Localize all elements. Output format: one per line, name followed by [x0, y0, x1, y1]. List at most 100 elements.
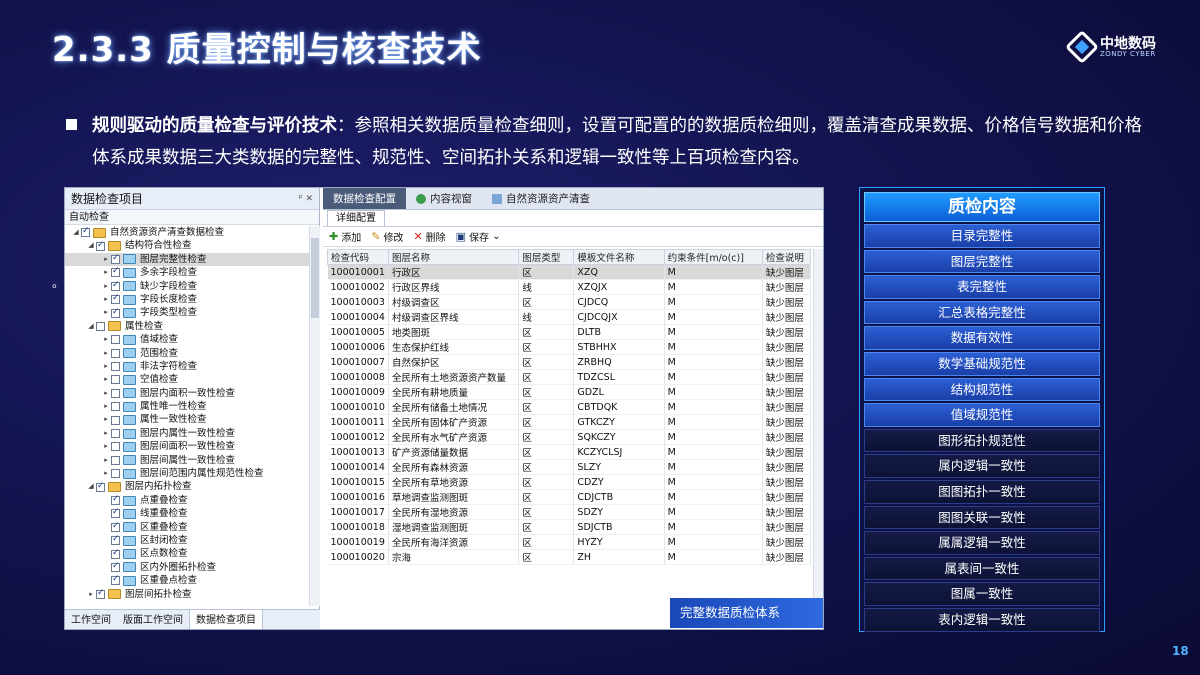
tree-item[interactable]: 区重叠点检查 — [65, 573, 309, 587]
table-row[interactable]: 100010019 全民所有海洋资源区 HYZY M 缺少图层 — [327, 534, 812, 550]
tree-item[interactable]: 区内外圈拓扑检查 — [65, 560, 309, 574]
tree-checkbox[interactable] — [111, 402, 120, 412]
tree-item[interactable]: 区点数检查 — [65, 547, 309, 560]
tree-checkbox[interactable] — [111, 493, 120, 506]
table-row[interactable]: 100010002 行政区界线线 XZQJX M 缺少图层 — [327, 279, 812, 295]
table-row[interactable]: 100010007 自然保护区区 ZRBHQ M 缺少图层 — [327, 354, 812, 370]
expand-arrow-icon[interactable]: ◢ — [86, 480, 96, 493]
chevron-down-icon[interactable]: ⌄ — [492, 231, 500, 242]
expand-arrow-icon[interactable]: ▸ — [101, 440, 111, 453]
tree-item[interactable]: ▸ 图层间面积一致性检查 — [65, 440, 309, 453]
tree-checkbox[interactable] — [111, 560, 120, 573]
table-row[interactable]: 100010004 村级调查区界线线 CJDCQJX M 缺少图层 — [327, 309, 812, 325]
tree-item[interactable]: ▸ 缺少字段检查 — [65, 279, 309, 293]
left-tab[interactable]: 数据检查项目 — [189, 610, 263, 629]
tree-item[interactable]: ▸ 值域检查 — [65, 333, 309, 346]
tree-item[interactable]: ▸ 空值检查 — [65, 373, 309, 386]
expand-arrow-icon[interactable]: ▸ — [101, 253, 111, 266]
tree-item[interactable]: ▸ 图层内属性一致性检查 — [65, 427, 309, 440]
tree-item[interactable]: ▸ 图层间范围内属性规范性检查 — [65, 467, 309, 480]
expand-arrow-icon[interactable]: ▸ — [101, 373, 111, 386]
table-row[interactable]: 100010017 全民所有湿地资源区 SDZY M 缺少图层 — [327, 504, 812, 520]
edit-button[interactable]: ✎ 修改 — [371, 229, 403, 244]
tree-checkbox[interactable] — [111, 533, 120, 547]
tree-item[interactable]: 点重叠检查 — [65, 493, 309, 507]
table-row[interactable]: 100010008 全民所有土地资源资产数量区 TDZCSL M 缺少图层 — [327, 369, 812, 385]
table-row[interactable]: 100010005 地类图斑区 DLTB M 缺少图层 — [327, 324, 812, 340]
tree-item[interactable]: 区重叠检查 — [65, 520, 309, 534]
expand-arrow-icon[interactable]: ▸ — [101, 306, 111, 319]
tree-checkbox[interactable] — [111, 252, 120, 265]
tree-item[interactable]: ▸ 图层间属性一致性检查 — [65, 454, 309, 467]
table-row[interactable]: 100010018 湿地调查监测图斑区 SDJCTB M 缺少图层 — [327, 519, 812, 535]
tree-checkbox[interactable] — [96, 587, 105, 600]
table-row[interactable]: 100010009 全民所有耕地质量区 GDZL M 缺少图层 — [327, 384, 812, 400]
tree-item[interactable]: 区封闭检查 — [65, 533, 309, 547]
subtab-detail-config[interactable]: 详细配置 — [327, 210, 385, 226]
column-header[interactable]: 检查说明 — [761, 249, 812, 265]
tree-item[interactable]: ◢ 图层内拓扑检查 — [65, 480, 309, 493]
expand-arrow-icon[interactable]: ▸ — [101, 427, 111, 440]
tree-item[interactable]: ◢ 自然资源资产清查数据检查 — [65, 226, 309, 239]
expand-arrow-icon[interactable]: ◢ — [86, 239, 96, 252]
tree-item[interactable]: ▸ 属性唯一性检查 — [65, 400, 309, 413]
tree-checkbox[interactable] — [111, 292, 120, 306]
tree-checkbox[interactable] — [111, 455, 120, 465]
table-scrollbar[interactable] — [813, 249, 823, 604]
tree-checkbox[interactable] — [96, 321, 105, 331]
tree-checkbox[interactable] — [111, 375, 120, 385]
tree-item[interactable]: ▸ 范围检查 — [65, 347, 309, 360]
expand-arrow-icon[interactable]: ▸ — [101, 413, 111, 426]
table-row[interactable]: 100010012 全民所有水气矿产资源区 SQKCZY M 缺少图层 — [327, 429, 812, 445]
expand-arrow-icon[interactable]: ▸ — [101, 360, 111, 373]
table-row[interactable]: 100010011 全民所有固体矿产资源区 GTKCZY M 缺少图层 — [327, 414, 812, 430]
expand-arrow-icon[interactable]: ▸ — [86, 588, 96, 601]
expand-arrow-icon[interactable]: ▸ — [101, 467, 111, 480]
table-row[interactable]: 100010014 全民所有森林资源区 SLZY M 缺少图层 — [327, 459, 812, 475]
expand-arrow-icon[interactable]: ◢ — [86, 320, 96, 333]
tab-resource-inventory[interactable]: 自然资源资产清查 — [482, 188, 600, 209]
add-button[interactable]: ✚ 添加 — [329, 229, 361, 244]
tree-checkbox[interactable] — [81, 226, 90, 239]
column-header[interactable]: 图层类型 — [518, 249, 575, 265]
table-row[interactable]: 100010013 矿产资源储量数据区 KCZYCLSJ M 缺少图层 — [327, 444, 812, 460]
tree-item[interactable]: ▸ 字段长度检查 — [65, 292, 309, 306]
save-button[interactable]: ▣ 保存 ⌄ — [456, 229, 501, 244]
tree-checkbox[interactable] — [111, 429, 120, 439]
tree-item[interactable]: 线重叠检查 — [65, 506, 309, 520]
tree-item[interactable]: ◢ 结构符合性检查 — [65, 239, 309, 252]
tree-item[interactable]: ▸ 图层内面积一致性检查 — [65, 387, 309, 400]
tree-checkbox[interactable] — [111, 388, 120, 398]
expand-arrow-icon[interactable]: ◢ — [71, 226, 81, 239]
tree-item[interactable]: ◢ 属性检查 — [65, 320, 309, 333]
column-header[interactable]: 模板文件名称 — [573, 249, 665, 265]
tree-checkbox[interactable] — [111, 335, 120, 345]
tree-checkbox[interactable] — [111, 506, 120, 520]
tree-item[interactable]: ▸ 字段类型检查 — [65, 306, 309, 319]
tree-checkbox[interactable] — [111, 306, 120, 319]
tree-item[interactable]: ▸ 非法字符检查 — [65, 360, 309, 373]
tree-checkbox[interactable] — [111, 573, 120, 587]
tree-scroll-thumb[interactable] — [311, 238, 319, 318]
table-row[interactable]: 100010020 宗海区 ZH M 缺少图层 — [327, 549, 812, 565]
tree-item[interactable]: ▸ 多余字段检查 — [65, 265, 309, 279]
expand-arrow-icon[interactable]: ▸ — [101, 347, 111, 360]
expand-arrow-icon[interactable]: ▸ — [101, 266, 111, 279]
table-row[interactable]: 100010016 草地调查监测图斑区 CDJCTB M 缺少图层 — [327, 489, 812, 505]
tree-scrollbar[interactable] — [309, 226, 320, 606]
tree-checkbox[interactable] — [111, 348, 120, 358]
column-header[interactable]: 图层名称 — [388, 249, 520, 265]
column-header[interactable]: 约束条件[m/o(c)] — [663, 249, 763, 265]
tree-checkbox[interactable] — [111, 520, 120, 533]
tab-content-view[interactable]: 内容视窗 — [406, 188, 482, 209]
left-tab[interactable]: 工作空间 — [65, 610, 117, 629]
tree-checkbox[interactable] — [111, 265, 120, 279]
left-tab[interactable]: 版面工作空间 — [117, 610, 189, 629]
table-row[interactable]: 100010010 全民所有储备土地情况区 CBTDQK M 缺少图层 — [327, 399, 812, 415]
expand-arrow-icon[interactable]: ▸ — [101, 333, 111, 346]
table-row[interactable]: 100010003 村级调查区区 CJDCQ M 缺少图层 — [327, 294, 812, 310]
tree-item[interactable]: ▸ 图层完整性检查 — [65, 252, 309, 267]
tree-checkbox[interactable] — [111, 469, 120, 479]
tree-checkbox[interactable] — [111, 279, 120, 292]
tree-item[interactable]: ▸ 属性一致性检查 — [65, 413, 309, 426]
